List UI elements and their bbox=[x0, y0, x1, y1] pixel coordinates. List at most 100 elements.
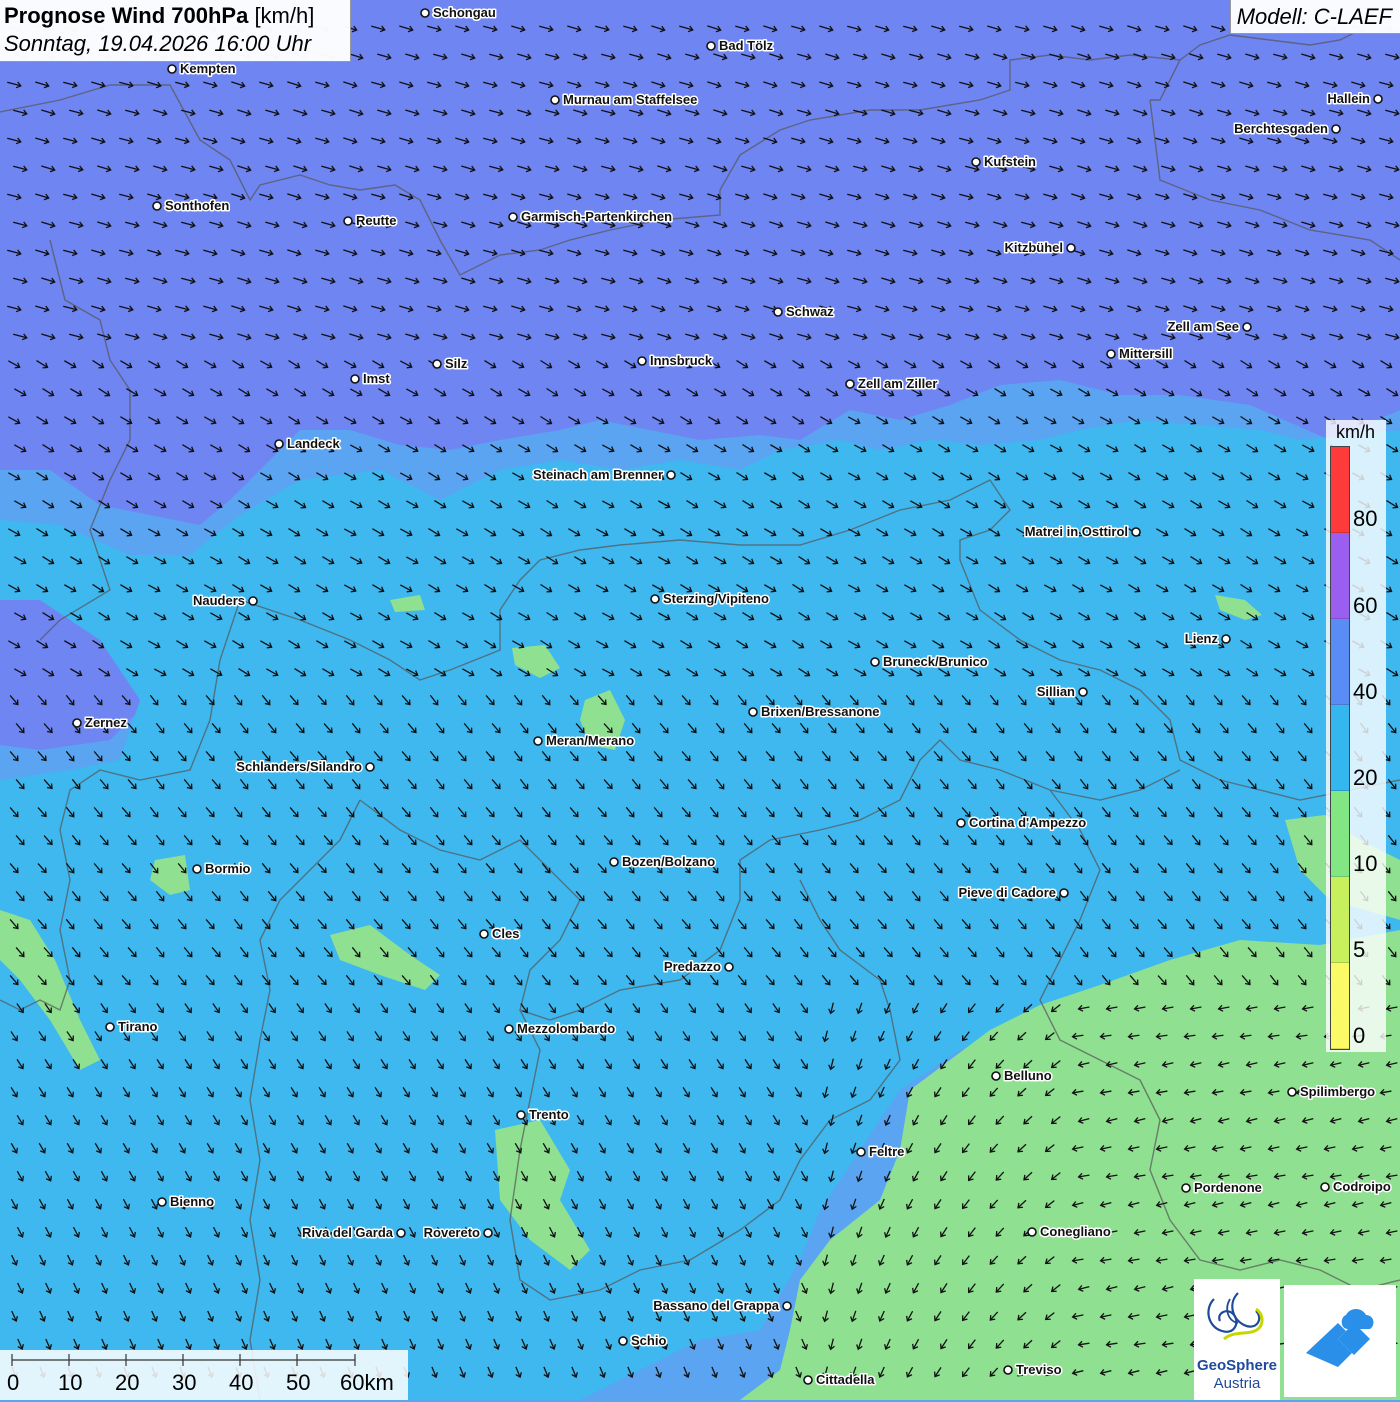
legend-label-20: 20 bbox=[1353, 765, 1378, 790]
city-dot bbox=[782, 1301, 792, 1311]
city-dot bbox=[1106, 349, 1116, 359]
city-label: Sillian bbox=[1037, 684, 1075, 699]
scale-label-60: 60km bbox=[340, 1370, 394, 1395]
city-dot bbox=[432, 359, 442, 369]
map-title-unit: [km/h] bbox=[254, 3, 315, 28]
city-dot bbox=[550, 95, 560, 105]
city-dot bbox=[1078, 687, 1088, 697]
city-dot bbox=[1027, 1227, 1037, 1237]
city-dot bbox=[192, 864, 202, 874]
legend-label-60: 60 bbox=[1353, 593, 1378, 618]
city-label: Feltre bbox=[869, 1144, 904, 1159]
scale-label-30: 30 bbox=[172, 1370, 197, 1395]
legend-label-0: 0 bbox=[1353, 1023, 1366, 1048]
city-label: Kitzbühel bbox=[1005, 240, 1064, 255]
legend-label-10: 10 bbox=[1353, 851, 1378, 876]
legend-label-40: 40 bbox=[1353, 679, 1378, 704]
city-label: Riva del Garda bbox=[302, 1225, 394, 1240]
city-marker: Berchtesgaden bbox=[1233, 120, 1341, 138]
city-dot bbox=[504, 1024, 514, 1034]
city-marker: Pieve di Cadore bbox=[957, 884, 1069, 902]
map-title-main: Prognose Wind 700hPa bbox=[4, 3, 249, 28]
city-marker: Mezzolombardo bbox=[504, 1020, 617, 1038]
city-label: Steinach am Brenner bbox=[533, 467, 663, 482]
legend-label-5: 5 bbox=[1353, 937, 1366, 962]
city-marker: Garmisch-Partenkirchen bbox=[508, 208, 674, 226]
city-marker: Sonthofen bbox=[152, 197, 231, 215]
city-label: Hallein bbox=[1327, 91, 1370, 106]
legend-color-60 bbox=[1331, 533, 1349, 619]
city-dot bbox=[609, 857, 619, 867]
scale-label-20: 20 bbox=[115, 1370, 140, 1395]
app-logo bbox=[1284, 1285, 1396, 1397]
city-dot bbox=[1181, 1183, 1191, 1193]
city-label: Predazzo bbox=[664, 959, 721, 974]
geosphere-emblem-icon bbox=[1207, 1292, 1264, 1341]
city-marker: Schlanders/Silandro bbox=[235, 758, 375, 776]
city-label: Spilimbergo bbox=[1300, 1084, 1375, 1099]
city-label: Meran/Merano bbox=[546, 733, 634, 748]
city-dot bbox=[856, 1147, 866, 1157]
city-dot bbox=[167, 64, 177, 74]
city-dot bbox=[991, 1071, 1001, 1081]
city-marker: Sterzing/Vipiteno bbox=[650, 590, 770, 608]
city-label: Garmisch-Partenkirchen bbox=[521, 209, 672, 224]
map-title: Prognose Wind 700hPa [km/h] bbox=[4, 2, 350, 30]
city-dot bbox=[483, 1228, 493, 1238]
city-dot bbox=[1003, 1365, 1013, 1375]
city-dot bbox=[773, 307, 783, 317]
city-label: Cittadella bbox=[816, 1372, 875, 1387]
city-dot bbox=[845, 379, 855, 389]
city-label: Bozen/Bolzano bbox=[622, 854, 715, 869]
city-label: Berchtesgaden bbox=[1234, 121, 1328, 136]
legend-color-10 bbox=[1331, 791, 1349, 877]
wind-forecast-map: Schongau Bad Tölz Kempten Murnau am Staffel… bbox=[0, 0, 1400, 1400]
city-dot bbox=[1131, 527, 1141, 537]
city-dot bbox=[956, 818, 966, 828]
city-label: Conegliano bbox=[1040, 1224, 1111, 1239]
city-label: Schio bbox=[631, 1333, 666, 1348]
distance-scale: 0 10 20 30 40 50 60km bbox=[0, 1350, 408, 1400]
city-marker: Riva del Garda bbox=[300, 1224, 406, 1242]
city-dot bbox=[1221, 634, 1231, 644]
city-marker: Pordenone bbox=[1181, 1179, 1263, 1197]
city-dot bbox=[971, 157, 981, 167]
city-label: Landeck bbox=[287, 436, 341, 451]
scale-label-40: 40 bbox=[229, 1370, 254, 1395]
brand-country: Austria bbox=[1213, 1375, 1261, 1392]
city-label: Mittersill bbox=[1119, 346, 1172, 361]
city-dot bbox=[396, 1228, 406, 1238]
city-dot bbox=[1059, 888, 1069, 898]
color-legend: km/h 80 60 40 20 10 5 0 bbox=[1326, 420, 1386, 1052]
city-dot bbox=[533, 736, 543, 746]
scale-label-10: 10 bbox=[58, 1370, 83, 1395]
city-label: Schongau bbox=[433, 5, 496, 20]
city-marker: Conegliano bbox=[1027, 1223, 1112, 1241]
city-label: Mezzolombardo bbox=[517, 1021, 615, 1036]
city-dot bbox=[803, 1375, 813, 1385]
legend-color-20 bbox=[1331, 705, 1349, 791]
city-dot bbox=[870, 657, 880, 667]
city-label: Bruneck/Brunico bbox=[883, 654, 988, 669]
city-dot bbox=[508, 212, 518, 222]
city-dot bbox=[1066, 243, 1076, 253]
legend-color-bar bbox=[1330, 446, 1350, 1050]
city-label: Zernez bbox=[85, 715, 127, 730]
city-label: Brixen/Bressanone bbox=[761, 704, 880, 719]
city-label: Lienz bbox=[1185, 631, 1219, 646]
city-marker: Zell am Ziller bbox=[845, 375, 939, 393]
forecast-datetime: Sonntag, 19.04.2026 16:00 Uhr bbox=[4, 31, 312, 56]
city-label: Trento bbox=[529, 1107, 569, 1122]
city-dot bbox=[274, 439, 284, 449]
legend-label-80: 80 bbox=[1353, 506, 1378, 531]
city-label: Codroipo bbox=[1333, 1179, 1391, 1194]
city-label: Bassano del Grappa bbox=[653, 1298, 779, 1313]
city-label: Kufstein bbox=[984, 154, 1036, 169]
city-label: Silz bbox=[445, 356, 468, 371]
mountain-cloud-icon bbox=[1306, 1309, 1374, 1367]
city-label: Kempten bbox=[180, 61, 236, 76]
city-dot bbox=[72, 718, 82, 728]
city-label: Innsbruck bbox=[650, 353, 713, 368]
city-dot bbox=[1242, 322, 1252, 332]
legend-unit: km/h bbox=[1336, 422, 1376, 442]
